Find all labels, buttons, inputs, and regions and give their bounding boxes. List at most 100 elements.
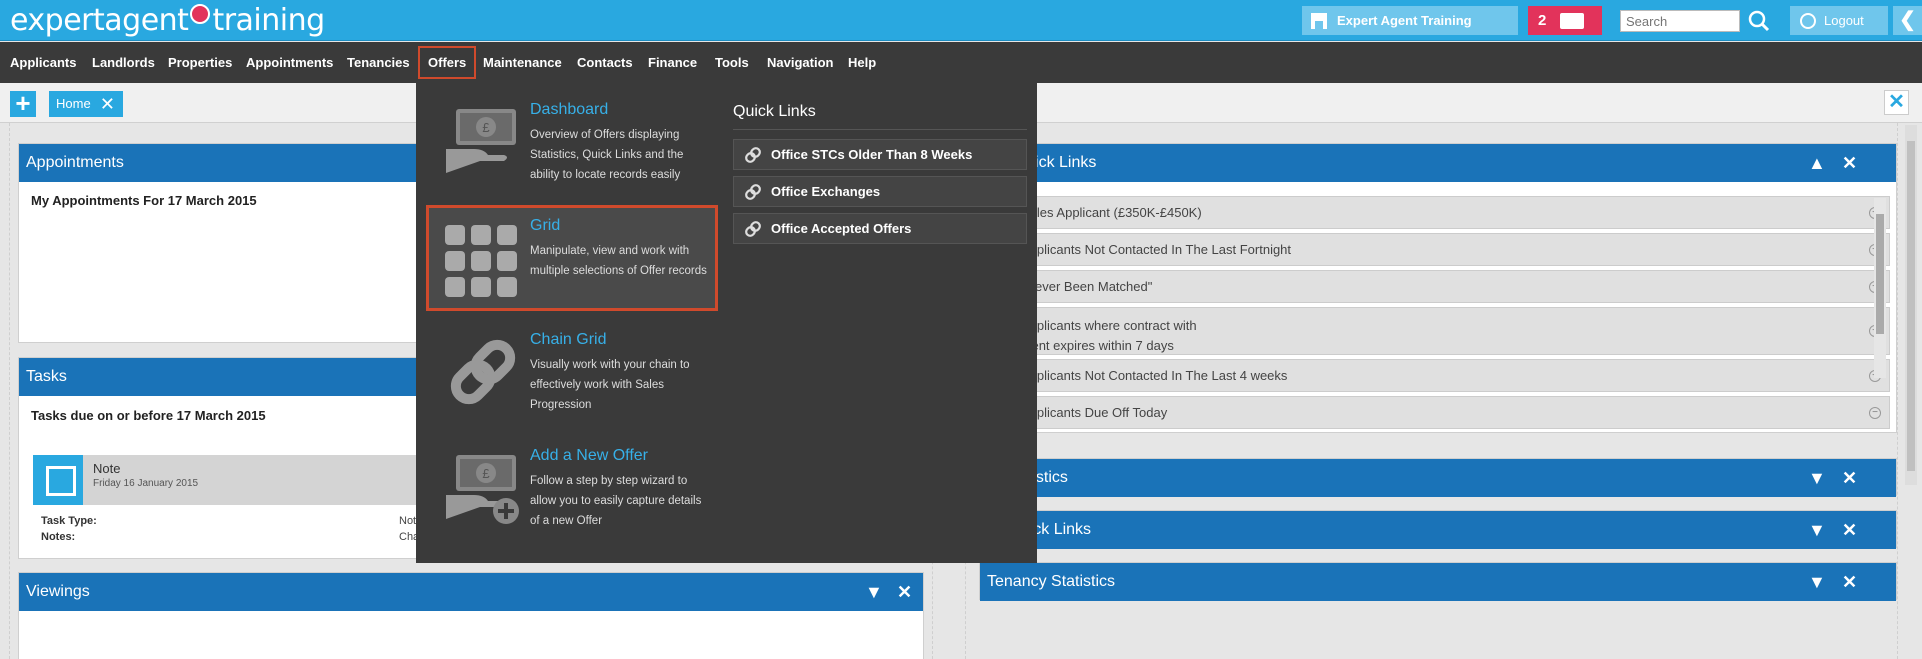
menu-item-chain-grid[interactable]: Chain Grid Visually work with your chain…	[426, 319, 718, 425]
page-scrollbar[interactable]	[1905, 125, 1917, 485]
quick-link-label: Applicants Not Contacted In The Last 4 w…	[1021, 368, 1288, 383]
tab-home-label: Home	[56, 96, 91, 111]
menu-item-description: Manipulate, view and work with multiple …	[530, 245, 707, 277]
close-icon[interactable]: ✕	[1842, 144, 1857, 182]
nav-maintenance[interactable]: Maintenance	[483, 42, 562, 83]
task-card[interactable]: Note Friday 16 January 2015	[33, 455, 438, 505]
quick-link-item[interactable]: Applicants Due Off Today −	[1000, 396, 1890, 429]
close-icon[interactable]: ✕	[1842, 511, 1857, 549]
search-button[interactable]	[1746, 9, 1772, 33]
quick-link-item[interactable]: Applicants Not Contacted In The Last For…	[1000, 233, 1890, 266]
shop-icon	[1311, 12, 1327, 29]
viewings-title: Viewings	[26, 583, 90, 600]
link-icon	[745, 184, 761, 200]
top-header: expertagent training Expert Agent Trainin…	[0, 0, 1922, 41]
task-type-value: Not	[399, 515, 417, 527]
app-logo[interactable]: expertagent training	[10, 3, 325, 38]
applicant-quick-links-panel: ant Quick Links ▲ ✕ Sales Applicant (£35…	[979, 143, 1897, 433]
menu-item-title: Add a New Offer	[530, 447, 648, 464]
collapse-icon[interactable]: ▲	[1808, 144, 1826, 182]
messages-button[interactable]: 2	[1528, 6, 1602, 35]
link-icon	[745, 147, 761, 163]
tasks-subtitle: Tasks due on or before 17 March 2015	[31, 408, 266, 423]
nav-finance[interactable]: Finance	[648, 42, 697, 83]
menu-item-description: Overview of Offers displaying Statistics…	[530, 129, 684, 181]
quick-link-office-stcs[interactable]: Office STCs Older Than 8 Weeks	[733, 139, 1027, 170]
expand-icon[interactable]: ▼	[1808, 563, 1826, 601]
applicant-quick-links-header[interactable]: ant Quick Links ▲ ✕	[980, 144, 1896, 182]
quick-link-label: Office Exchanges	[771, 184, 881, 199]
close-all-button[interactable]: ✕	[1884, 90, 1909, 115]
page-scrollbar-thumb[interactable]	[1907, 141, 1915, 471]
listings-quick-links-header[interactable]: gs Quick Links ▼ ✕	[980, 511, 1896, 549]
chat-bubbles-icon	[1560, 12, 1585, 29]
add-tab-button[interactable]: +	[10, 88, 36, 118]
task-card-date: Friday 16 January 2015	[93, 478, 199, 489]
tenancy-statistics-panel: Tenancy Statistics ▼ ✕	[979, 562, 1897, 601]
quick-link-label-line2: agent expires within 7 days	[1017, 338, 1174, 353]
logout-button[interactable]: Logout	[1790, 6, 1888, 35]
nav-offers[interactable]: Offers	[418, 46, 477, 79]
logout-label: Logout	[1824, 13, 1864, 28]
offers-dropdown-menu: £ Dashboard Overview of Offers displayin…	[416, 83, 1037, 563]
quick-link-label: Applicants Due Off Today	[1021, 405, 1168, 420]
task-checkbox-icon[interactable]	[33, 455, 83, 505]
nav-landlords[interactable]: Landlords	[92, 42, 155, 83]
search-input[interactable]	[1620, 10, 1740, 32]
listings-quick-links-panel: gs Quick Links ▼ ✕	[979, 510, 1897, 549]
nav-tenancies[interactable]: Tenancies	[347, 42, 410, 83]
nav-applicants[interactable]: Applicants	[10, 42, 76, 83]
menu-item-title: Grid	[530, 217, 561, 234]
quick-link-item[interactable]: Sales Applicant (£350K-£450K)−	[1000, 196, 1890, 229]
close-icon[interactable]: ✕	[897, 573, 912, 611]
office-button[interactable]: Expert Agent Training	[1302, 6, 1518, 35]
menu-item-add-new-offer[interactable]: £ Add a New Offer Follow a step by step …	[426, 435, 718, 541]
quick-link-item[interactable]: Applicants Not Contacted In The Last 4 w…	[1000, 359, 1890, 392]
nav-properties[interactable]: Properties	[168, 42, 232, 83]
tenancy-statistics-title: Tenancy Statistics	[987, 573, 1116, 590]
close-icon[interactable]: ✕	[1842, 563, 1857, 601]
nav-help[interactable]: Help	[848, 42, 876, 83]
expand-icon[interactable]: ▼	[865, 573, 883, 611]
close-icon: ✕	[1888, 91, 1905, 113]
nav-navigation[interactable]: Navigation	[767, 42, 833, 83]
close-icon[interactable]: ✕	[1842, 459, 1857, 497]
nav-contacts[interactable]: Contacts	[577, 42, 633, 83]
property-statistics-header[interactable]: ty Statistics ▼ ✕	[980, 459, 1896, 497]
viewings-panel: Viewings ▼ ✕	[18, 572, 924, 659]
menu-item-dashboard[interactable]: £ Dashboard Overview of Offers displayin…	[426, 89, 718, 195]
quick-link-label-line1: Applicants where contract with	[1021, 318, 1197, 333]
plus-icon: +	[15, 88, 31, 118]
tenancy-statistics-header[interactable]: Tenancy Statistics ▼ ✕	[980, 563, 1896, 601]
expand-icon[interactable]: ▼	[1808, 511, 1826, 549]
property-statistics-panel: ty Statistics ▼ ✕	[979, 458, 1897, 497]
expand-icon[interactable]: ▼	[1808, 459, 1826, 497]
quick-link-item[interactable]: Applicants where contract with agent expi…	[1000, 307, 1890, 355]
power-icon	[1800, 12, 1816, 29]
chevron-left-icon: ❮	[1899, 9, 1916, 31]
nav-tools[interactable]: Tools	[715, 42, 749, 83]
quick-links-heading: Quick Links	[733, 103, 816, 120]
menu-item-grid[interactable]: Grid Manipulate, view and work with mult…	[426, 205, 718, 311]
quick-link-office-exchanges[interactable]: Office Exchanges	[733, 176, 1027, 207]
quick-links-scrollbar[interactable]	[1874, 198, 1886, 378]
quick-links-divider	[733, 129, 1027, 130]
scrollbar-thumb[interactable]	[1876, 214, 1884, 334]
svg-text:£: £	[482, 120, 490, 135]
nav-appointments[interactable]: Appointments	[246, 42, 333, 83]
task-card-title: Note	[93, 461, 121, 476]
collapse-header-button[interactable]: ❮	[1893, 6, 1922, 35]
remove-icon[interactable]: −	[1869, 406, 1881, 419]
viewings-header[interactable]: Viewings ▼ ✕	[19, 573, 923, 611]
svg-text:£: £	[482, 466, 490, 481]
quick-link-item[interactable]: "Never Been Matched"−	[1000, 270, 1890, 303]
quick-link-office-accepted-offers[interactable]: Office Accepted Offers	[733, 213, 1027, 244]
logo-text-training: training	[212, 3, 325, 38]
close-tab-icon[interactable]: ✕	[100, 91, 115, 117]
money-hand-icon: £	[444, 103, 522, 181]
search-icon	[1748, 10, 1770, 32]
quick-link-label: Applicants Not Contacted In The Last For…	[1021, 242, 1292, 257]
column-divider	[1897, 123, 1898, 659]
tab-home[interactable]: Home ✕	[49, 91, 123, 117]
appointments-subtitle: My Appointments For 17 March 2015	[31, 193, 257, 208]
